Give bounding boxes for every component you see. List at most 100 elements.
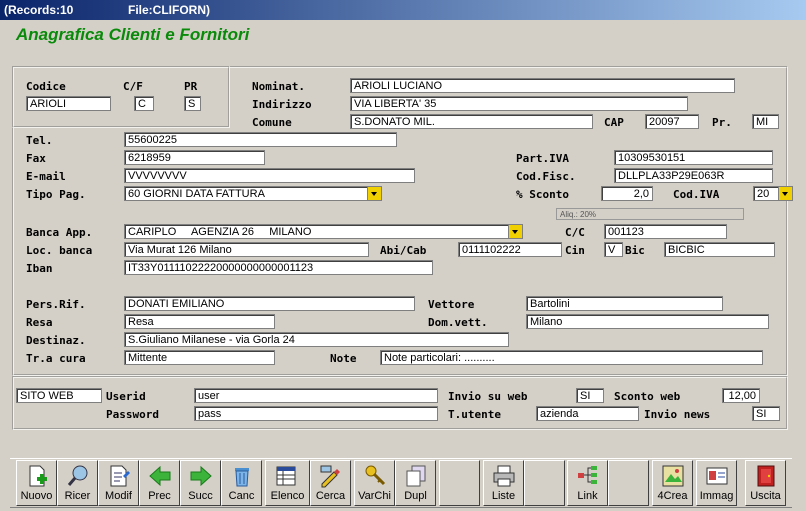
banca-combo[interactable]: CARIPLO AGENZIA 26 MILANO [124,224,523,239]
codfisc-field[interactable]: DLLPLA33P29E063R [614,168,773,183]
cap-field[interactable]: 20097 [645,114,699,129]
codiva-combo[interactable]: 20 [753,186,793,201]
tracura-label: Tr.a cura [26,352,86,365]
ricer-button[interactable]: Ricer [57,460,98,506]
password-label: Password [106,408,159,421]
banca-value: CARIPLO AGENZIA 26 MILANO [128,226,312,238]
empty-button-1[interactable] [439,460,480,506]
iva-note: Aliq.: 20% [556,208,744,220]
tutente-field[interactable]: azienda [536,406,639,421]
edit-document-icon [110,465,130,487]
password-field[interactable]: pass [194,406,438,421]
cin-field[interactable]: V [604,242,623,257]
userid-label: Userid [106,390,146,403]
domvett-field[interactable]: Milano [526,314,769,329]
tracura-field[interactable]: Mittente [124,350,275,365]
chevron-down-icon[interactable] [508,225,522,238]
note-field[interactable]: Note particolari: .......... [380,350,763,365]
locbanca-field[interactable]: Via Murat 126 Milano [124,242,369,257]
nuovo-button[interactable]: Nuovo [16,460,57,506]
cc-field[interactable]: 001123 [604,224,727,239]
printer-icon [493,465,515,487]
resa-field[interactable]: Resa [124,314,275,329]
codiva-label: Cod.IVA [673,188,720,201]
userid-field[interactable]: user [194,388,438,403]
nominat-label: Nominat. [252,80,305,93]
comune-field[interactable]: S.DONATO MIL. [350,114,593,129]
chevron-down-icon[interactable] [778,187,792,200]
codiva-value: 20 [757,188,770,200]
email-field[interactable]: VVVVVVVV [124,168,415,183]
canc-button[interactable]: Canc [221,460,262,506]
chevron-down-icon[interactable] [367,187,381,200]
destinaz-field[interactable]: S.Giuliano Milanese - via Gorla 24 [124,332,509,347]
window-title-bar: (Records:10 File:CLIFORN) [0,0,806,20]
invio-news-field[interactable]: SI [752,406,780,421]
web-panel [12,376,788,430]
arrow-right-icon [190,465,212,487]
elenco-button[interactable]: Elenco [265,460,310,506]
domvett-label: Dom.vett. [428,316,488,329]
tipopag-combo[interactable]: 60 GIORNI DATA FATTURA [124,186,382,201]
dupl-button[interactable]: Dupl [395,460,436,506]
prec-button[interactable]: Prec [139,460,180,506]
search-icon [67,465,88,486]
prec-label: Prec [148,490,171,502]
abicab-label: Abi/Cab [380,244,427,257]
cap-label: CAP [604,116,624,129]
invio-news-label: Invio news [644,408,711,421]
sconto-label: % Sconto [516,188,569,201]
vettore-field[interactable]: Bartolini [526,296,723,311]
piva-field[interactable]: 10309530151 [614,150,773,165]
uscita-button[interactable]: Uscita [745,460,786,506]
fax-label: Fax [26,152,46,165]
sconto-web-field[interactable]: 12,00 [722,388,760,403]
bic-field[interactable]: BICBIC [664,242,775,257]
empty-button-2[interactable] [524,460,565,506]
dupl-label: Dupl [404,490,427,502]
abicab-field[interactable]: 0111102222 [458,242,562,257]
crea-button[interactable]: 4Crea [652,460,693,506]
resa-label: Resa [26,316,53,329]
exit-door-icon [757,465,775,487]
invio-web-field[interactable]: SI [576,388,604,403]
toolbar: Nuovo Ricer Modif Prec Succ Canc Elenco … [10,458,792,508]
prov-field[interactable]: MI [752,114,779,129]
indirizzo-label: Indirizzo [252,98,312,111]
cf-label: C/F [123,80,143,93]
varchi-label: VarChi [358,490,391,502]
varchi-button[interactable]: VarChi [354,460,395,506]
iban-field[interactable]: IT33Y01111022220000000000001123 [124,260,433,275]
immag-button[interactable]: Immag [696,460,737,506]
link-button[interactable]: Link [567,460,608,506]
liste-button[interactable]: Liste [483,460,524,506]
list-table-icon [276,466,296,486]
link-tree-icon [578,466,597,484]
id-card-icon [706,467,728,485]
fax-field[interactable]: 6218959 [124,150,265,165]
sconto-field[interactable]: 2,0 [601,186,653,201]
codice-label: Codice [26,80,66,93]
cerca-button[interactable]: Cerca [310,460,351,506]
cf-field[interactable]: C [134,96,154,111]
empty-button-3[interactable] [608,460,649,506]
bic-label: Bic [625,244,645,257]
uscita-label: Uscita [750,490,781,502]
pr-field[interactable]: S [184,96,201,111]
pr-label: PR [184,80,198,93]
link-label: Link [577,490,598,502]
succ-button[interactable]: Succ [180,460,221,506]
indirizzo-field[interactable]: VIA LIBERTA' 35 [350,96,688,111]
sito-web-field[interactable]: SITO WEB [16,388,102,403]
tutente-label: T.utente [448,408,501,421]
file-name: File:CLIFORN) [128,3,210,17]
prov-label: Pr. [712,116,732,129]
banca-label: Banca App. [26,226,93,239]
nominat-field[interactable]: ARIOLI LUCIANO [350,78,735,93]
modif-button[interactable]: Modif [98,460,139,506]
succ-label: Succ [188,490,213,502]
persrif-field[interactable]: DONATI EMILIANO [124,296,415,311]
tel-field[interactable]: 55600225 [124,132,397,147]
cc-label: C/C [565,226,585,239]
codice-field[interactable]: ARIOLI [26,96,111,111]
